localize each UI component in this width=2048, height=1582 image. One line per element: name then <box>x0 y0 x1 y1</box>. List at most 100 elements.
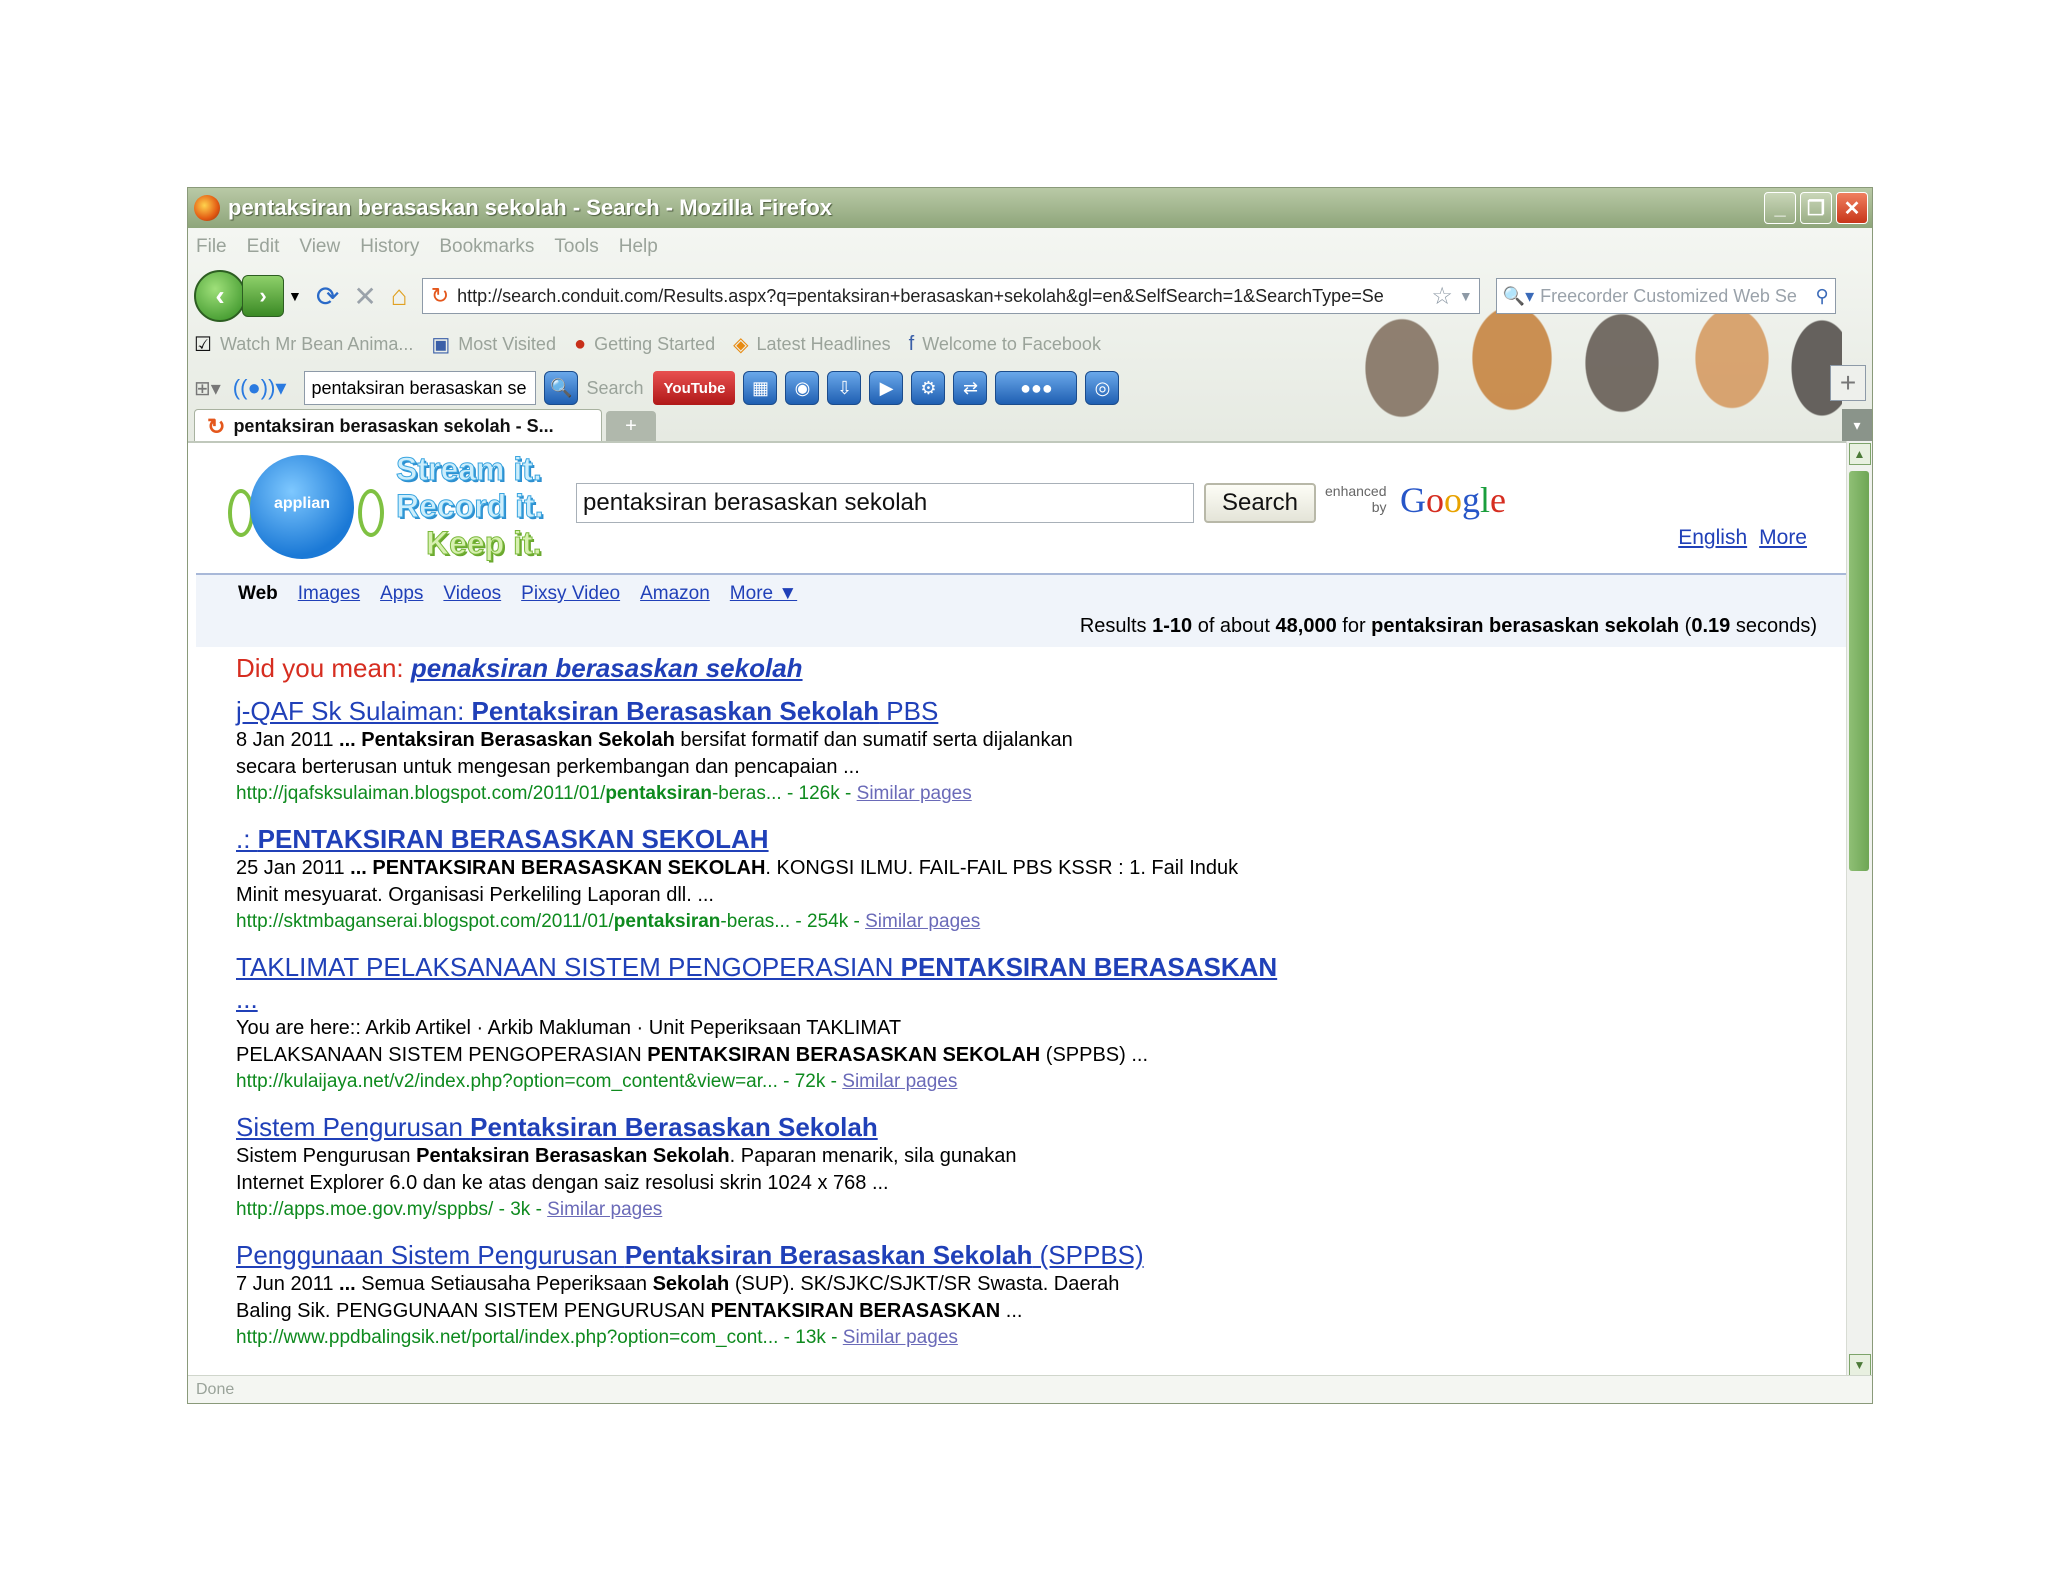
browser-window: pentaksiran berasaskan sekolah - Search … <box>187 187 1873 1404</box>
vertical-scrollbar[interactable]: ▲ ▼ <box>1846 441 1872 1378</box>
menu-help[interactable]: Help <box>619 236 658 258</box>
result-url: http://www.ppdbalingsik.net/portal/index… <box>236 1327 958 1348</box>
similar-pages-link[interactable]: Similar pages <box>857 783 972 804</box>
result-item: j-QAF Sk Sulaiman: Pentaksiran Berasaska… <box>236 695 1406 807</box>
url-dropdown-icon[interactable]: ▼ <box>1459 288 1473 304</box>
google-logo: Google <box>1400 480 1506 520</box>
english-link[interactable]: English <box>1678 526 1747 550</box>
add-toolbar-button[interactable]: + <box>1830 365 1866 401</box>
menu-edit[interactable]: Edit <box>247 236 280 258</box>
result-url: http://kulaijaya.net/v2/index.php?option… <box>236 1071 958 1092</box>
film-icon[interactable]: ▦ <box>743 371 778 405</box>
scroll-thumb[interactable] <box>1849 471 1869 871</box>
bookmark-star-icon[interactable]: ☆ <box>1431 282 1453 311</box>
toolbar-options-icon[interactable]: ⊞▾ <box>194 376 221 401</box>
similar-pages-link[interactable]: Similar pages <box>865 911 980 932</box>
close-button[interactable]: ✕ <box>1836 192 1868 224</box>
more-languages-link[interactable]: More <box>1759 526 1807 550</box>
tab-apps[interactable]: Apps <box>380 583 423 605</box>
did-you-mean: Did you mean: penaksiran berasaskan seko… <box>236 653 803 683</box>
result-url: http://jqafsksulaiman.blogspot.com/2011/… <box>236 783 972 804</box>
search-engine-icon[interactable]: 🔍▾ <box>1503 286 1534 307</box>
similar-pages-link[interactable]: Similar pages <box>547 1199 662 1220</box>
record-icon[interactable]: ◉ <box>785 371 820 405</box>
result-title-link[interactable]: j-QAF Sk Sulaiman: Pentaksiran Berasaska… <box>236 695 1406 727</box>
firefox-icon <box>194 195 220 221</box>
menu-tools[interactable]: Tools <box>554 236 598 258</box>
result-title-link[interactable]: TAKLIMAT PELAKSANAAN SISTEM PENGOPERASIA… <box>236 951 1406 1015</box>
menu-view[interactable]: View <box>299 236 340 258</box>
similar-pages-link[interactable]: Similar pages <box>842 1071 957 1092</box>
youtube-button[interactable]: YouTube <box>653 371 736 405</box>
scroll-down-button[interactable]: ▼ <box>1848 1354 1871 1376</box>
menu-bar: File Edit View History Bookmarks Tools H… <box>196 236 658 258</box>
search-button[interactable]: Search <box>1204 483 1316 523</box>
similar-pages-link[interactable]: Similar pages <box>843 1327 958 1348</box>
tab-search-results[interactable]: ↻ pentaksiran berasaskan sekolah - S... <box>194 409 602 443</box>
bookmark-facebook[interactable]: f Welcome to Facebook <box>909 333 1101 356</box>
tab-amazon[interactable]: Amazon <box>640 583 710 605</box>
result-item: Penggunaan Sistem Pengurusan Pentaksiran… <box>236 1239 1406 1351</box>
result-title-link[interactable]: .: PENTAKSIRAN BERASASKAN SEKOLAH <box>236 823 1406 855</box>
reload-icon[interactable]: ⟳ <box>316 280 339 313</box>
media-controls-icon[interactable]: ●●● <box>995 371 1078 405</box>
forward-button[interactable]: › <box>242 275 284 317</box>
menu-history[interactable]: History <box>360 236 419 258</box>
url-text[interactable]: http://search.conduit.com/Results.aspx?q… <box>457 286 1425 307</box>
globe-icon[interactable]: ◎ <box>1085 371 1120 405</box>
history-dropdown-icon[interactable]: ▼ <box>288 288 302 304</box>
result-snippet: secara berterusan untuk mengesan perkemb… <box>236 756 860 778</box>
result-snippet: 8 Jan 2011 ... Pentaksiran Berasaskan Se… <box>236 729 1073 751</box>
slogan: Stream it. Record it. Keep it. <box>396 451 545 562</box>
result-snippet: Baling Sik. PENGGUNAAN SISTEM PENGURUSAN… <box>236 1300 1023 1322</box>
check-icon: ☑ <box>194 334 212 356</box>
menu-bookmarks[interactable]: Bookmarks <box>439 236 534 258</box>
tab-strip: ↻ pentaksiran berasaskan sekolah - S... … <box>188 409 1872 443</box>
search-input[interactable]: pentaksiran berasaskan sekolah <box>576 483 1194 523</box>
result-url: http://sktmbaganserai.blogspot.com/2011/… <box>236 911 981 932</box>
tab-more[interactable]: More ▼ <box>730 583 797 605</box>
bookmark-getting-started[interactable]: ● Getting Started <box>574 333 715 356</box>
result-title-link[interactable]: Sistem Pengurusan Pentaksiran Berasaskan… <box>236 1111 1406 1143</box>
play-icon[interactable]: ▶ <box>869 371 904 405</box>
bookmark-most-visited[interactable]: ▣ Most Visited <box>431 332 556 357</box>
bookmarks-toolbar: ☑ Watch Mr Bean Anima... ▣ Most Visited ● G… <box>194 332 1101 357</box>
toolbar-search-button[interactable]: Search <box>586 378 643 399</box>
toolbar-search-icon[interactable]: 🔍 <box>544 371 579 405</box>
stop-icon[interactable]: ✕ <box>353 280 376 313</box>
tab-images[interactable]: Images <box>298 583 360 605</box>
minimize-button[interactable]: _ <box>1764 192 1796 224</box>
page-content: applian Stream it. Record it. Keep it. p… <box>188 441 1847 1380</box>
tab-list-button[interactable]: ▾ <box>1842 409 1872 441</box>
convert-icon[interactable]: ⇄ <box>953 371 988 405</box>
tab-web[interactable]: Web <box>238 583 278 605</box>
tab-pixsy-video[interactable]: Pixsy Video <box>521 583 620 605</box>
toolbar-search-input[interactable]: pentaksiran berasaskan se <box>304 371 537 405</box>
enhanced-by-label: enhanced by <box>1325 483 1387 515</box>
result-url: http://apps.moe.gov.my/sppbs/ - 3k - Sim… <box>236 1199 663 1220</box>
suggestion-link[interactable]: penaksiran berasaskan sekolah <box>411 653 803 683</box>
vertical-tabs: Web Images Apps Videos Pixsy Video Amazo… <box>196 573 1847 647</box>
tab-videos[interactable]: Videos <box>443 583 501 605</box>
result-snippet: You are here:: Arkib Artikel · Arkib Mak… <box>236 1017 902 1039</box>
maximize-button[interactable]: ❐ <box>1800 192 1832 224</box>
new-tab-button[interactable]: + <box>606 411 656 441</box>
window-title: pentaksiran berasaskan sekolah - Search … <box>228 195 833 220</box>
web-search-placeholder[interactable]: Freecorder Customized Web Se <box>1540 286 1815 307</box>
radio-icon[interactable]: ((●))▾ <box>233 375 287 401</box>
bookmark-latest-headlines[interactable]: ◈ Latest Headlines <box>733 332 890 357</box>
download-icon[interactable]: ⇩ <box>827 371 862 405</box>
applian-logo[interactable]: applian <box>228 455 384 559</box>
scroll-up-button[interactable]: ▲ <box>1848 443 1871 465</box>
web-search-box[interactable]: 🔍▾ Freecorder Customized Web Se ⚲ <box>1495 278 1836 314</box>
menu-file[interactable]: File <box>196 236 227 258</box>
search-go-icon[interactable]: ⚲ <box>1816 286 1829 307</box>
tab-favicon: ↻ <box>207 413 226 439</box>
home-icon[interactable]: ⌂ <box>391 280 408 312</box>
back-button[interactable]: ‹ <box>194 270 246 322</box>
settings-icon[interactable]: ⚙ <box>911 371 946 405</box>
result-title-link[interactable]: Penggunaan Sistem Pengurusan Pentaksiran… <box>236 1239 1406 1271</box>
folder-icon: ▣ <box>431 334 451 356</box>
url-bar[interactable]: ↻ http://search.conduit.com/Results.aspx… <box>421 278 1480 314</box>
bookmark-mr-bean[interactable]: ☑ Watch Mr Bean Anima... <box>194 332 413 357</box>
